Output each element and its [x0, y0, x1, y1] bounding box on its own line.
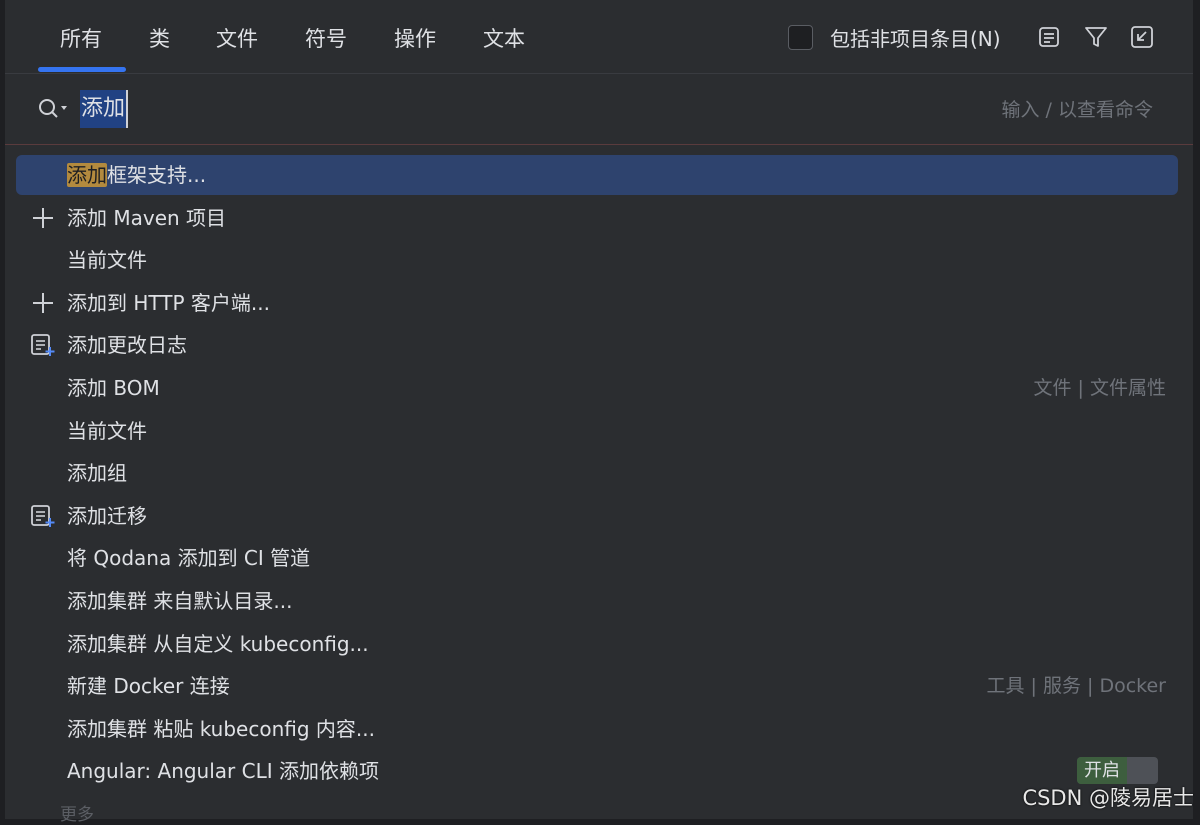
result-item[interactable]: Angular: Angular CLI 添加依赖项 开启 — [16, 751, 1178, 791]
active-tab-indicator — [38, 67, 126, 72]
result-item[interactable]: 添加集群 来自默认目录... — [16, 581, 1178, 621]
result-item[interactable]: 添加框架支持... — [16, 155, 1178, 195]
result-label: 添加到 HTTP 客户端... — [67, 283, 270, 323]
search-everywhere-popup: 所有 类 文件 符号 操作 文本 包括非项目条目(N) 添加 输入 / 以查看命… — [5, 0, 1193, 825]
toggle-switch[interactable]: 开启 — [1077, 757, 1158, 785]
plus-icon — [30, 291, 56, 315]
result-item[interactable]: 添加组 — [16, 453, 1178, 493]
result-label: 将 Qodana 添加到 CI 管道 — [67, 538, 310, 578]
result-item[interactable]: 添加到 HTTP 客户端... — [16, 283, 1178, 323]
result-label: 新建 Docker 连接 — [67, 666, 230, 706]
result-item[interactable]: 当前文件 — [16, 240, 1178, 280]
search-icon[interactable] — [36, 96, 70, 122]
result-location: 文件 | 文件属性 — [1033, 377, 1166, 399]
plus-icon — [30, 206, 56, 230]
search-row: 添加 输入 / 以查看命令 — [5, 76, 1193, 145]
collapse-icon[interactable] — [1129, 24, 1155, 50]
result-label: 添加集群 粘贴 kubeconfig 内容... — [67, 709, 375, 749]
watermark: CSDN @陵易居士 — [1022, 786, 1194, 810]
include-non-project-label[interactable]: 包括非项目条目(N) — [830, 22, 1001, 56]
tab-all[interactable]: 所有 — [60, 22, 102, 56]
result-location: 工具 | 服务 | Docker — [986, 675, 1167, 698]
result-label: Angular: Angular CLI 添加依赖项 — [67, 751, 379, 791]
tab-classes[interactable]: 类 — [149, 22, 170, 56]
result-text: 添加集群 粘贴 kubeconfig 内容... — [67, 716, 375, 741]
result-label: 添加 BOM — [67, 368, 160, 408]
tab-bar: 所有 类 文件 符号 操作 文本 包括非项目条目(N) — [5, 0, 1193, 74]
result-item[interactable]: 添加更改日志 — [16, 325, 1178, 365]
result-text: 当前文件 — [67, 418, 147, 443]
list-icon[interactable] — [1036, 24, 1062, 50]
search-input[interactable]: 添加 — [80, 90, 129, 128]
result-item[interactable]: 添加集群 粘贴 kubeconfig 内容... — [16, 709, 1178, 749]
tab-actions[interactable]: 操作 — [394, 22, 436, 56]
tab-files[interactable]: 文件 — [216, 22, 258, 56]
result-label: 添加集群 从自定义 kubeconfig... — [67, 624, 369, 664]
result-item[interactable]: 添加 BOM 文件 | 文件属性 — [16, 368, 1178, 408]
result-label: 添加更改日志 — [67, 325, 187, 365]
result-item[interactable]: 新建 Docker 连接 工具 | 服务 | Docker — [16, 666, 1178, 706]
result-item[interactable]: 添加 Maven 项目 — [16, 198, 1178, 238]
result-text: Angular: Angular CLI 添加依赖项 — [67, 759, 379, 784]
result-text: 添加 Maven 项目 — [67, 205, 227, 230]
result-label: 添加框架支持... — [67, 155, 206, 195]
changelog-add-icon — [30, 504, 56, 528]
result-text: 框架支持... — [107, 163, 207, 187]
changelog-add-icon — [30, 333, 56, 357]
result-text: 添加到 HTTP 客户端... — [67, 290, 270, 315]
result-item[interactable]: 将 Qodana 添加到 CI 管道 — [16, 538, 1178, 578]
result-item[interactable]: 添加迁移 — [16, 496, 1178, 536]
result-text: 新建 Docker 连接 — [67, 674, 230, 699]
result-label: 当前文件 — [67, 240, 147, 280]
result-label: 当前文件 — [67, 411, 147, 451]
tab-symbols[interactable]: 符号 — [305, 22, 347, 56]
result-text: 当前文件 — [67, 248, 147, 273]
search-hint: 输入 / 以查看命令 — [1001, 99, 1153, 121]
result-text: 添加更改日志 — [67, 333, 187, 358]
include-non-project-checkbox[interactable] — [788, 25, 813, 50]
match-highlight: 添加 — [67, 163, 107, 187]
result-text: 添加 BOM — [67, 376, 160, 400]
result-label: 添加迁移 — [67, 496, 147, 536]
result-text: 添加组 — [67, 461, 127, 486]
result-item[interactable]: 添加集群 从自定义 kubeconfig... — [16, 624, 1178, 664]
result-text: 将 Qodana 添加到 CI 管道 — [67, 546, 311, 571]
result-text: 添加集群 来自默认目录... — [67, 589, 293, 613]
result-label: 添加集群 来自默认目录... — [67, 581, 292, 621]
result-label: 添加 Maven 项目 — [67, 198, 226, 238]
tab-text[interactable]: 文本 — [483, 22, 525, 56]
toggle-on-label: 开启 — [1077, 757, 1127, 785]
more-link[interactable]: 更多 — [60, 800, 94, 825]
result-item[interactable]: 当前文件 — [16, 411, 1178, 451]
filter-icon[interactable] — [1083, 24, 1109, 50]
result-text: 添加迁移 — [67, 503, 147, 528]
result-label: 添加组 — [67, 453, 127, 493]
result-text: 添加集群 从自定义 kubeconfig... — [67, 631, 369, 656]
